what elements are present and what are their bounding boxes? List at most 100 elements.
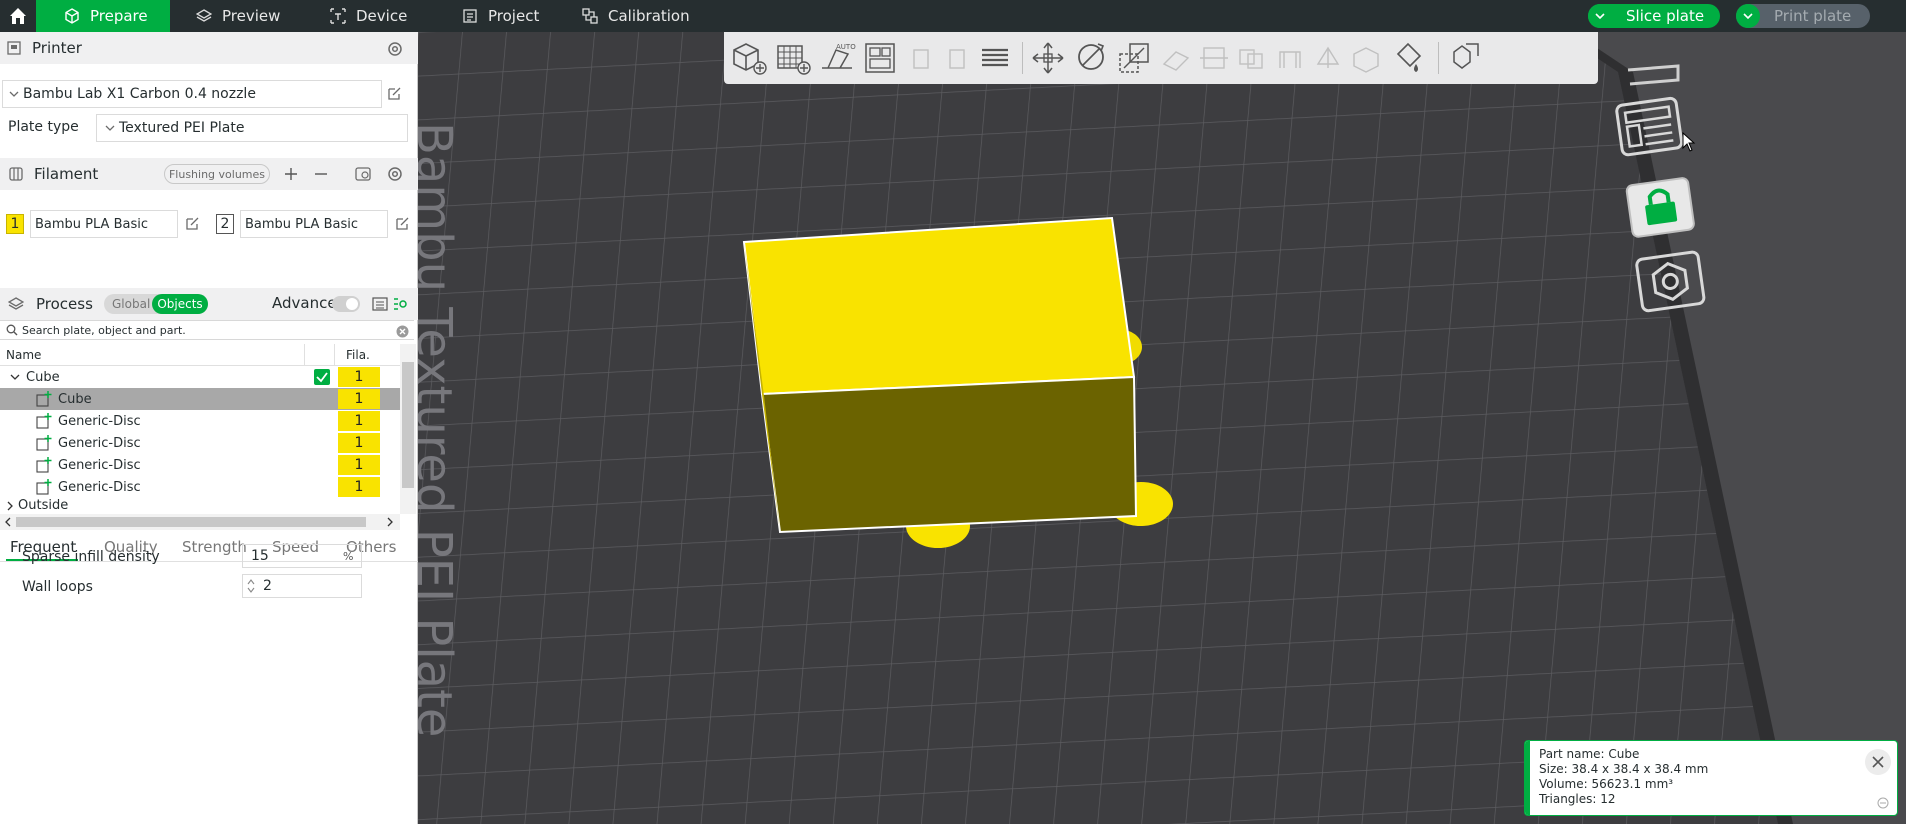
tree-vertical-scrollbar[interactable] bbox=[400, 344, 416, 514]
objects-option[interactable]: Objects bbox=[152, 294, 208, 314]
process-layers-icon bbox=[8, 297, 24, 310]
tab-label: Calibration bbox=[608, 7, 690, 25]
tab-label: Device bbox=[356, 7, 408, 25]
part-filament-cell[interactable]: 1 bbox=[338, 477, 380, 497]
cube-front-face[interactable] bbox=[760, 375, 1138, 534]
printer-section-header: Printer bbox=[0, 32, 418, 64]
lock-plate-button[interactable] bbox=[1625, 177, 1695, 238]
boolean-icon[interactable] bbox=[1236, 42, 1268, 74]
collapse-icon[interactable] bbox=[1877, 797, 1889, 809]
chevron-right-icon[interactable] bbox=[6, 501, 14, 511]
check-icon[interactable] bbox=[314, 369, 330, 385]
cut-icon[interactable] bbox=[1198, 42, 1230, 74]
part-name-info: Part name: Cube bbox=[1539, 747, 1640, 761]
3d-viewport[interactable]: Bambu Textured PEI Plate AUTO bbox=[418, 32, 1906, 824]
gear-icon[interactable] bbox=[386, 40, 404, 58]
plate-label-text: Bambu Textured PEI Plate bbox=[418, 122, 462, 737]
tab-prepare[interactable]: Prepare bbox=[36, 0, 170, 32]
search-icon bbox=[6, 324, 18, 336]
chevron-right-icon[interactable] bbox=[386, 517, 394, 527]
cube-top-face[interactable] bbox=[742, 216, 1136, 396]
chevron-down-icon[interactable] bbox=[10, 373, 20, 381]
arrange-plate-button[interactable] bbox=[1615, 96, 1684, 157]
split-objects-icon[interactable] bbox=[906, 44, 936, 74]
column-divider bbox=[304, 344, 305, 366]
edit-icon[interactable] bbox=[386, 86, 402, 102]
filament-slot-2-select[interactable]: Bambu PLA Basic bbox=[240, 210, 388, 238]
sparse-infill-label: Sparse infill density bbox=[22, 549, 160, 565]
arrange-icon[interactable] bbox=[862, 40, 898, 76]
list-view-icon[interactable] bbox=[372, 296, 388, 312]
filament-slot-1-select[interactable]: Bambu PLA Basic bbox=[30, 210, 178, 238]
search-input[interactable]: Search plate, object and part. bbox=[22, 324, 186, 337]
auto-orient-icon[interactable]: AUTO bbox=[818, 40, 856, 76]
tree-part-row[interactable]: Generic-Disc 1 bbox=[0, 432, 400, 454]
tree-part-row[interactable]: Generic-Disc 1 bbox=[0, 476, 400, 498]
clear-search-icon[interactable] bbox=[396, 325, 409, 338]
object-filament-cell[interactable]: 1 bbox=[338, 367, 380, 387]
wall-loops-spinner[interactable]: 2 bbox=[242, 574, 362, 598]
scroll-thumb[interactable] bbox=[402, 362, 414, 488]
tree-part-row[interactable]: Generic-Disc 1 bbox=[0, 410, 400, 432]
tree-outside-row[interactable]: Outside bbox=[0, 498, 400, 514]
print-plate-button[interactable]: Print plate bbox=[1736, 4, 1870, 28]
plate-settings-button[interactable] bbox=[1635, 250, 1706, 313]
spin-arrows-icon[interactable] bbox=[247, 578, 255, 594]
tree-part-row[interactable]: Cube 1 bbox=[0, 388, 400, 410]
sparse-infill-value: 15 bbox=[251, 548, 269, 564]
tab-strength[interactable]: Strength bbox=[182, 538, 247, 556]
tree-object-row[interactable]: Cube 1 bbox=[0, 366, 400, 388]
part-filament-cell[interactable]: 1 bbox=[338, 411, 380, 431]
left-sidebar: Printer Bambu Lab X1 Carbon 0.4 nozzle P… bbox=[0, 32, 418, 824]
seam-paint-icon[interactable] bbox=[1312, 42, 1344, 74]
close-button[interactable] bbox=[1865, 749, 1891, 775]
support-paint-icon[interactable] bbox=[1274, 42, 1306, 74]
text-shape-icon[interactable] bbox=[1350, 42, 1382, 74]
plus-icon[interactable] bbox=[284, 167, 298, 181]
flushing-volumes-button[interactable]: Flushing volumes bbox=[164, 164, 270, 184]
chevron-left-icon[interactable] bbox=[4, 517, 12, 527]
chevron-down-icon[interactable] bbox=[1736, 4, 1760, 28]
layers-editing-icon[interactable] bbox=[978, 42, 1012, 74]
filament-section-header: Filament Flushing volumes bbox=[0, 158, 418, 190]
add-object-icon[interactable] bbox=[730, 40, 768, 76]
chevron-down-icon bbox=[105, 125, 115, 131]
sync-ams-icon[interactable] bbox=[354, 165, 372, 183]
advance-toggle[interactable] bbox=[332, 296, 360, 312]
split-parts-icon[interactable] bbox=[942, 44, 972, 74]
part-filament-cell[interactable]: 1 bbox=[338, 455, 380, 475]
move-icon[interactable] bbox=[1030, 40, 1066, 76]
minus-icon[interactable] bbox=[314, 167, 328, 181]
tab-project[interactable]: Project bbox=[462, 0, 539, 32]
home-button[interactable] bbox=[0, 0, 36, 32]
scale-icon[interactable] bbox=[1116, 40, 1152, 76]
global-objects-switch[interactable]: Global Objects bbox=[104, 294, 208, 314]
edit-icon[interactable] bbox=[184, 216, 200, 232]
lay-on-face-icon[interactable] bbox=[1160, 42, 1192, 74]
chevron-down-icon[interactable] bbox=[1588, 4, 1612, 28]
part-filament-cell[interactable]: 1 bbox=[338, 433, 380, 453]
global-option[interactable]: Global bbox=[112, 294, 150, 314]
part-filament-cell[interactable]: 1 bbox=[338, 389, 380, 409]
object-search[interactable]: Search plate, object and part. bbox=[0, 320, 414, 340]
gear-icon[interactable] bbox=[386, 165, 404, 183]
printer-select[interactable]: Bambu Lab X1 Carbon 0.4 nozzle bbox=[2, 80, 382, 108]
compare-icon[interactable] bbox=[392, 296, 408, 312]
plate-type-select[interactable]: Textured PEI Plate bbox=[96, 114, 408, 142]
column-name-header[interactable]: Name bbox=[6, 348, 41, 362]
tab-calibration[interactable]: Calibration bbox=[582, 0, 690, 32]
color-paint-icon[interactable] bbox=[1390, 40, 1426, 76]
scroll-thumb[interactable] bbox=[16, 517, 366, 527]
tab-device[interactable]: Device bbox=[330, 0, 407, 32]
tree-part-row[interactable]: Generic-Disc 1 bbox=[0, 454, 400, 476]
rotate-icon[interactable] bbox=[1072, 38, 1110, 76]
column-fila-header[interactable]: Fila. bbox=[346, 348, 370, 362]
sparse-infill-input[interactable]: 15 % bbox=[242, 544, 362, 568]
edit-icon[interactable] bbox=[394, 216, 410, 232]
slice-plate-button[interactable]: Slice plate bbox=[1588, 4, 1720, 28]
tree-horizontal-scrollbar[interactable] bbox=[0, 514, 400, 530]
add-plate-icon[interactable] bbox=[774, 40, 812, 76]
tab-preview[interactable]: Preview bbox=[196, 0, 280, 32]
assembly-view-icon[interactable] bbox=[1448, 40, 1484, 76]
plate-control-partial[interactable] bbox=[1627, 64, 1680, 86]
